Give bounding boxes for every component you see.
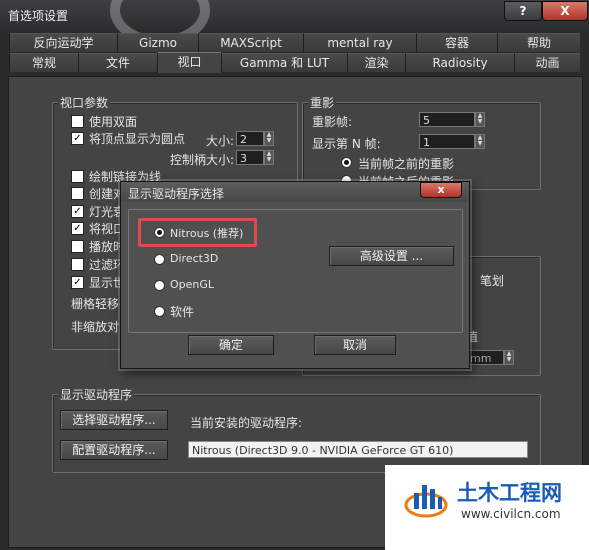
tab-gamma-lut[interactable]: Gamma 和 LUT: [221, 53, 347, 72]
radio-direct3d[interactable]: [154, 254, 165, 265]
checkbox-show-world[interactable]: ✓: [71, 276, 84, 289]
ghost-before-label: 当前帧之前的重影: [358, 157, 455, 171]
ghosting-label: 重影: [308, 94, 337, 111]
checkbox-create[interactable]: [71, 187, 84, 200]
option-software-label: 软件: [170, 305, 195, 319]
size-input[interactable]: 2: [236, 131, 264, 146]
nonscale-label: 非缩放对: [71, 320, 120, 334]
unit-spinner[interactable]: ▲ ▼: [504, 350, 514, 365]
tab-ik[interactable]: 反向运动学: [9, 33, 117, 52]
checkbox-light-attenuation[interactable]: ✓: [71, 205, 84, 218]
tab-viewports[interactable]: 视口: [157, 52, 221, 73]
option-direct3d-label: Direct3D: [170, 252, 219, 265]
watermark-brand: 土木工程网: [457, 481, 562, 505]
ghost-nth-spinner[interactable]: ▲ ▼: [475, 134, 485, 149]
size-label: 大小:: [206, 134, 235, 148]
size-spinner-arrows[interactable]: ▲ ▼: [264, 131, 274, 146]
ghost-frames-label: 重影帧:: [312, 115, 353, 129]
handle-size-label: 控制柄大小:: [170, 153, 235, 167]
tab-help[interactable]: 帮助: [497, 33, 580, 52]
checkbox-playback[interactable]: [71, 240, 84, 253]
dialog-close-button[interactable]: x: [420, 182, 462, 198]
checkbox-label: 将顶点显示为圆点: [89, 132, 186, 146]
option-opengl-label: OpenGL: [170, 278, 215, 291]
checkbox-backface[interactable]: [71, 115, 84, 128]
checkbox-label: 使用双面: [89, 115, 138, 129]
radio-software[interactable]: [154, 306, 165, 317]
current-driver-label: 当前安装的驱动程序:: [190, 416, 303, 430]
current-driver-field: Nitrous (Direct3D 9.0 - NVIDIA GeForce G…: [188, 441, 528, 458]
handle-size-input[interactable]: 3: [236, 150, 264, 165]
ok-button[interactable]: 确定: [188, 335, 274, 355]
unit-input[interactable]: mm: [466, 350, 504, 365]
advanced-settings-button[interactable]: 高级设置 ...: [329, 246, 454, 266]
ghost-frames-spinner[interactable]: ▲ ▼: [475, 112, 485, 127]
ghost-nth-label: 显示第 N 帧:: [312, 137, 381, 151]
ghost-frames-input[interactable]: 5: [419, 112, 475, 127]
help-button[interactable]: ?: [504, 1, 542, 21]
tab-files[interactable]: 文件: [78, 53, 157, 72]
tab-gizmo[interactable]: Gizmo: [117, 33, 198, 52]
ghost-nth-input[interactable]: 1: [419, 134, 475, 149]
checkbox-filter[interactable]: [71, 258, 84, 271]
checkbox-viewport[interactable]: ✓: [71, 222, 84, 235]
grid-nudge-label: 栅格轻移: [71, 297, 120, 311]
viewport-params-label: 视口参数: [58, 94, 111, 111]
window-title: 首选项设置: [8, 9, 69, 23]
configure-driver-button[interactable]: 配置驱动程序...: [60, 440, 168, 460]
radio-opengl[interactable]: [154, 280, 165, 291]
radio-ghost-before[interactable]: [341, 157, 352, 168]
tab-general[interactable]: 常规: [9, 53, 78, 72]
dialog-title-bar: 显示驱动程序选择 x: [121, 182, 469, 202]
watermark-url: www.civilcn.com: [461, 507, 561, 521]
display-driver-group: [52, 394, 541, 473]
tab-mentalray[interactable]: mental ray: [303, 33, 416, 52]
display-driver-label: 显示驱动程序: [58, 386, 135, 403]
stroke-label: 笔划: [480, 274, 505, 288]
tab-container[interactable]: 容器: [416, 33, 497, 52]
tab-maxscript[interactable]: MAXScript: [198, 33, 303, 52]
highlight-box: [138, 218, 257, 247]
checkbox-vertex-dots[interactable]: ✓: [71, 132, 84, 145]
checkbox-links-as-lines[interactable]: [71, 170, 84, 183]
choose-driver-button[interactable]: 选择驱动程序...: [60, 410, 168, 430]
title-bar: 首选项设置 ? X: [0, 0, 589, 46]
watermark-logo-icon: [404, 485, 448, 518]
tab-radiosity[interactable]: Radiosity: [405, 53, 514, 72]
watermark: 土木工程网 www.civilcn.com: [385, 465, 589, 550]
handle-size-spinner-arrows[interactable]: ▲ ▼: [264, 150, 274, 165]
driver-selection-dialog: 显示驱动程序选择 x Nitrous (推荐) Direct3D OpenGL …: [120, 181, 470, 369]
tab-animation[interactable]: 动画: [514, 53, 580, 72]
close-button[interactable]: X: [542, 1, 588, 21]
cancel-button[interactable]: 取消: [314, 335, 396, 355]
dialog-title: 显示驱动程序选择: [128, 187, 225, 201]
tab-rendering[interactable]: 渲染: [347, 53, 405, 72]
